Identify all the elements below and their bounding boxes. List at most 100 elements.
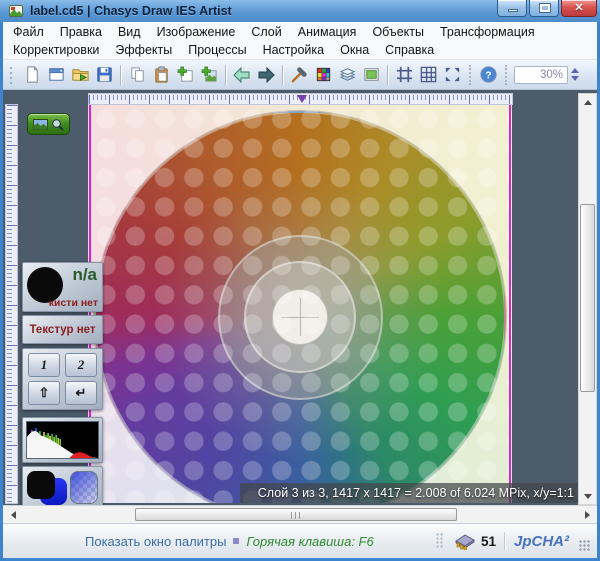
vertical-scrollbar[interactable] — [578, 93, 597, 505]
canvas[interactable] — [88, 105, 512, 503]
color-swatches-panel — [22, 466, 103, 508]
menu-edit[interactable]: Правка — [52, 24, 110, 40]
save-button[interactable] — [93, 64, 115, 86]
right-arrow-icon — [585, 511, 590, 519]
menu-view[interactable]: Вид — [110, 24, 149, 40]
menu-windows[interactable]: Окна — [332, 42, 377, 58]
tools-button[interactable] — [288, 64, 310, 86]
menu-layer[interactable]: Слой — [243, 24, 289, 40]
app-window: label.cd5 | Chasys Draw IES Artist ✕ Фай… — [0, 0, 600, 561]
toolbar-separator — [505, 65, 507, 85]
open-folder-icon — [71, 65, 90, 84]
menu-animation[interactable]: Анимация — [290, 24, 365, 40]
paste-as-image-icon — [176, 65, 195, 84]
separator-square-icon — [233, 538, 239, 544]
copy-button[interactable] — [126, 64, 148, 86]
palette-hint-text: Показать окно палитры — [85, 534, 226, 549]
scroll-right-button[interactable] — [579, 507, 595, 522]
canvas-size-icon — [362, 65, 381, 84]
grid-button[interactable] — [417, 64, 439, 86]
quick-buttons-panel: 1 2 ⇧ ↵ — [22, 348, 103, 410]
new-window-icon — [47, 65, 66, 84]
menu-objects[interactable]: Объекты — [364, 24, 432, 40]
memory-chip-icon — [452, 532, 478, 550]
toolbar-grip[interactable] — [9, 66, 14, 84]
new-document-button[interactable] — [21, 64, 43, 86]
toolbar-separator — [387, 65, 388, 85]
svg-text:?: ? — [485, 70, 491, 81]
preset-2-button[interactable]: 2 — [65, 353, 97, 377]
preset-1-button[interactable]: 1 — [28, 353, 60, 377]
scroll-down-button[interactable] — [579, 488, 596, 504]
zoom-spinner[interactable] — [571, 68, 579, 81]
maximize-icon — [540, 4, 550, 12]
spin-up-icon[interactable] — [571, 68, 579, 73]
fit-screen-button[interactable] — [441, 64, 463, 86]
workspace: n/a кисти нет Текстур нет 1 2 ⇧ ↵ — [3, 90, 597, 523]
canvas-size-button[interactable] — [360, 64, 382, 86]
vertical-scroll-thumb[interactable] — [580, 204, 595, 392]
menu-file[interactable]: Файл — [5, 24, 52, 40]
brush-size-value: n/a — [72, 265, 97, 285]
enter-button[interactable]: ↵ — [65, 381, 97, 405]
layers-button[interactable] — [336, 64, 358, 86]
minimize-button[interactable] — [497, 0, 527, 17]
spin-down-icon[interactable] — [571, 76, 579, 81]
menu-help[interactable]: Справка — [377, 42, 442, 58]
menu-settings[interactable]: Настройка — [255, 42, 333, 58]
scroll-up-button[interactable] — [579, 94, 596, 110]
copy-icon — [128, 65, 147, 84]
undo-icon — [232, 65, 252, 85]
canvas-status-overlay: Слой 3 из 3, 1417 x 1417 = 2.008 of 6.02… — [240, 483, 578, 503]
navigator-button[interactable] — [27, 113, 70, 135]
minimize-icon — [508, 9, 518, 12]
toolbar-separator — [120, 65, 121, 85]
frame-icon — [395, 65, 414, 84]
brush-panel[interactable]: n/a кисти нет — [22, 262, 103, 312]
magnifier-icon — [51, 118, 64, 131]
menu-effects[interactable]: Эффекты — [107, 42, 180, 58]
horizontal-scroll-thumb[interactable] — [135, 508, 457, 521]
shift-button[interactable]: ⇧ — [28, 381, 60, 405]
maximize-button[interactable] — [529, 0, 559, 17]
thumb-grip-icon — [291, 512, 301, 519]
foreground-color-swatch[interactable] — [27, 471, 55, 499]
close-button[interactable]: ✕ — [561, 0, 597, 17]
layer-status-text: Слой 3 из 3, 1417 x 1417 = 2.008 of 6.02… — [258, 486, 574, 500]
redo-button[interactable] — [255, 64, 277, 86]
hammer-icon — [290, 65, 309, 84]
texture-panel[interactable]: Текстур нет — [22, 315, 103, 344]
canvas-viewport — [88, 105, 512, 503]
grid-icon — [419, 65, 438, 84]
menu-processes[interactable]: Процессы — [180, 42, 254, 58]
new-window-button[interactable] — [45, 64, 67, 86]
menubar: Файл Правка Вид Изображение Слой Анимаци… — [3, 22, 597, 60]
gradient-alpha-swatch[interactable] — [70, 471, 98, 504]
toolbar-separator — [282, 65, 283, 85]
paste-icon — [152, 65, 171, 84]
frame-button[interactable] — [393, 64, 415, 86]
paste-as-image-button[interactable] — [174, 64, 196, 86]
histogram-panel[interactable] — [22, 417, 103, 463]
palette-button[interactable] — [312, 64, 334, 86]
brush-status: кисти нет — [49, 297, 98, 309]
undo-memory-count: 51 — [481, 534, 496, 549]
menu-adjustments[interactable]: Корректировки — [5, 42, 107, 58]
zoom-input[interactable]: 30% — [514, 66, 568, 84]
menu-transform[interactable]: Трансформация — [432, 24, 543, 40]
new-document-icon — [23, 65, 42, 84]
help-button[interactable]: ? — [477, 64, 499, 86]
menu-image[interactable]: Изображение — [149, 24, 244, 40]
horizontal-scrollbar[interactable] — [3, 505, 597, 523]
paste-button[interactable] — [150, 64, 172, 86]
paste-as-layer-icon — [200, 65, 219, 84]
undo-button[interactable] — [231, 64, 253, 86]
down-arrow-icon — [584, 494, 592, 499]
close-icon: ✕ — [562, 1, 596, 14]
paste-as-layer-button[interactable] — [198, 64, 220, 86]
toolbar: ? 30% — [3, 60, 597, 90]
fit-screen-icon — [443, 65, 462, 84]
resize-grip[interactable] — [579, 540, 591, 552]
scroll-left-button[interactable] — [5, 507, 21, 522]
open-button[interactable] — [69, 64, 91, 86]
